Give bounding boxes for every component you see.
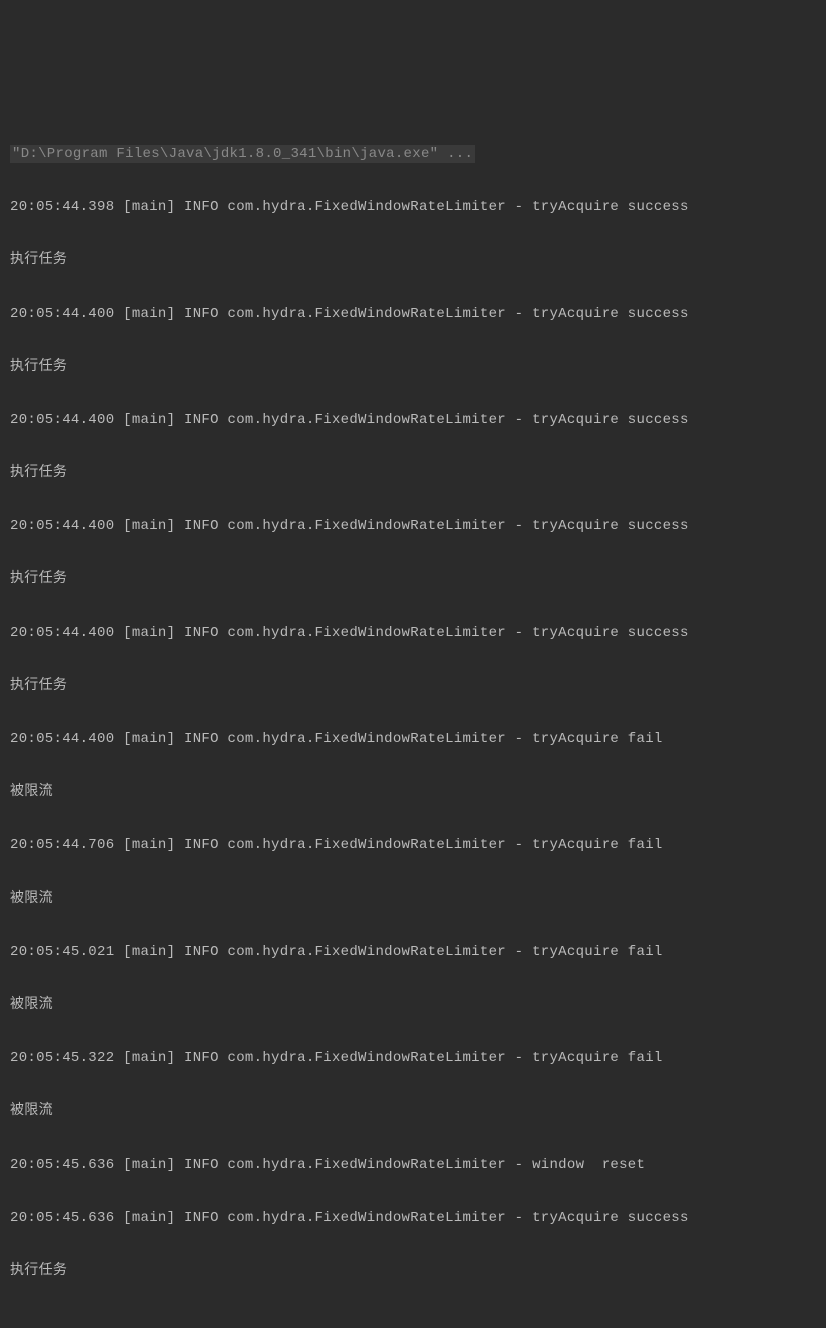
console-output[interactable]: "D:\Program Files\Java\jdk1.8.0_341\bin\…: [10, 114, 816, 1328]
task-line: 执行任务: [10, 247, 816, 274]
task-line: 执行任务: [10, 460, 816, 487]
command-line: "D:\Program Files\Java\jdk1.8.0_341\bin\…: [10, 141, 816, 168]
task-line: 被限流: [10, 886, 816, 913]
log-line: 20:05:44.400 [main] INFO com.hydra.Fixed…: [10, 407, 816, 434]
log-line: 20:05:44.400 [main] INFO com.hydra.Fixed…: [10, 301, 816, 328]
task-line: 执行任务: [10, 673, 816, 700]
task-line: 执行任务: [10, 566, 816, 593]
log-line: 20:05:45.636 [main] INFO com.hydra.Fixed…: [10, 1205, 816, 1232]
task-line: 被限流: [10, 992, 816, 1019]
log-line: 20:05:44.398 [main] INFO com.hydra.Fixed…: [10, 194, 816, 221]
log-line: 20:05:45.021 [main] INFO com.hydra.Fixed…: [10, 939, 816, 966]
log-line: 20:05:45.322 [main] INFO com.hydra.Fixed…: [10, 1045, 816, 1072]
log-line: 20:05:44.400 [main] INFO com.hydra.Fixed…: [10, 726, 816, 753]
task-line: 执行任务: [10, 354, 816, 381]
task-line: 被限流: [10, 779, 816, 806]
task-line: 被限流: [10, 1098, 816, 1125]
blank-line: [10, 1311, 816, 1328]
log-line: 20:05:44.400 [main] INFO com.hydra.Fixed…: [10, 513, 816, 540]
log-line: 20:05:45.636 [main] INFO com.hydra.Fixed…: [10, 1152, 816, 1179]
log-line: 20:05:44.706 [main] INFO com.hydra.Fixed…: [10, 832, 816, 859]
task-line: 执行任务: [10, 1258, 816, 1285]
java-exe-path: "D:\Program Files\Java\jdk1.8.0_341\bin\…: [10, 145, 475, 163]
log-line: 20:05:44.400 [main] INFO com.hydra.Fixed…: [10, 620, 816, 647]
